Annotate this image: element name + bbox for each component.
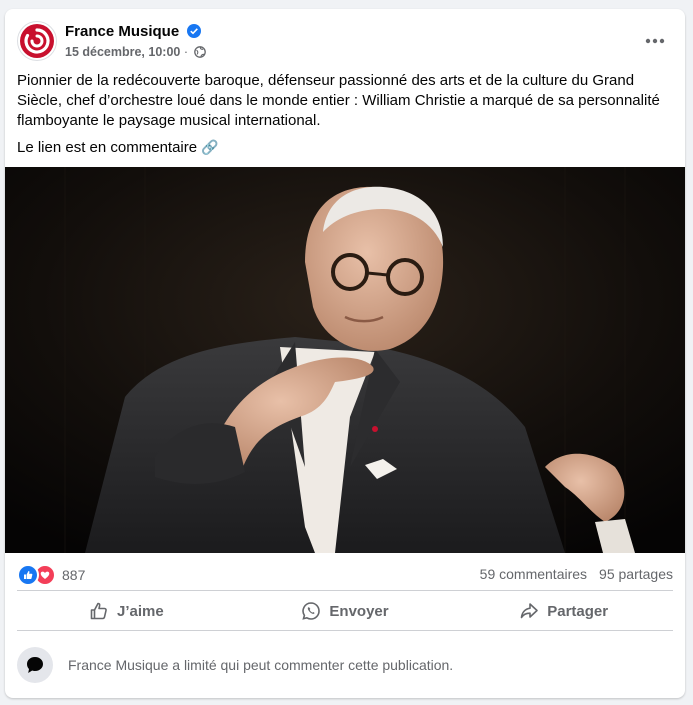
engagement-counts: 59 commentaires 95 partages [480, 566, 673, 582]
conductor-photo [5, 167, 685, 553]
share-button-label: Partager [547, 602, 609, 620]
page-name-row: France Musique [65, 23, 202, 42]
page-name[interactable]: France Musique [65, 23, 179, 40]
globe-icon [193, 46, 206, 61]
shares-count[interactable]: 95 partages [599, 566, 673, 582]
reaction-count: 887 [62, 567, 86, 583]
comments-restricted-text: France Musique a limité qui peut comment… [68, 657, 454, 673]
share-arrow-icon [520, 603, 539, 619]
link-note-text: Le lien est en commentaire [17, 139, 198, 156]
comment-bubble-icon-wrap [17, 647, 53, 683]
comments-count[interactable]: 59 commentaires [480, 566, 587, 582]
actions-divider [17, 630, 673, 631]
comment-bubble-icon [27, 657, 43, 673]
reactions-summary[interactable]: 887 [17, 564, 85, 586]
post-photo[interactable] [5, 167, 685, 553]
link-icon: 🔗 [201, 139, 219, 155]
share-button[interactable]: Partager [454, 591, 673, 631]
page-avatar[interactable] [17, 21, 57, 61]
post-text-link-note: Le lien est en commentaire 🔗 [17, 137, 677, 158]
like-reaction-icon [17, 564, 39, 586]
thumbs-up-icon [90, 602, 107, 620]
post-text: Pionnier de la redécouverte baroque, déf… [17, 71, 677, 164]
post-actions: J’aime Envoyer Partager [17, 591, 673, 631]
whatsapp-icon [302, 602, 321, 620]
send-button-label: Envoyer [329, 602, 389, 620]
post-card: France Musique 15 décembre, 10:00 · Pion… [5, 9, 685, 698]
more-options-icon [645, 38, 665, 44]
meta-separator: · [183, 45, 189, 59]
post-text-paragraph: Pionnier de la redécouverte baroque, déf… [17, 72, 660, 129]
comments-restricted-notice: France Musique a limité qui peut comment… [17, 645, 673, 685]
more-options-button[interactable] [637, 23, 673, 59]
france-musique-logo-icon [20, 24, 54, 58]
post-meta: 15 décembre, 10:00 · [65, 45, 206, 61]
like-button[interactable]: J’aime [17, 591, 236, 631]
post-timestamp[interactable]: 15 décembre, 10:00 [65, 45, 180, 59]
send-button[interactable]: Envoyer [236, 591, 455, 631]
post-header: France Musique 15 décembre, 10:00 · [17, 21, 673, 61]
verified-badge-icon [187, 24, 202, 42]
like-button-label: J’aime [116, 602, 164, 620]
post-stats: 887 59 commentaires 95 partages [17, 562, 673, 588]
